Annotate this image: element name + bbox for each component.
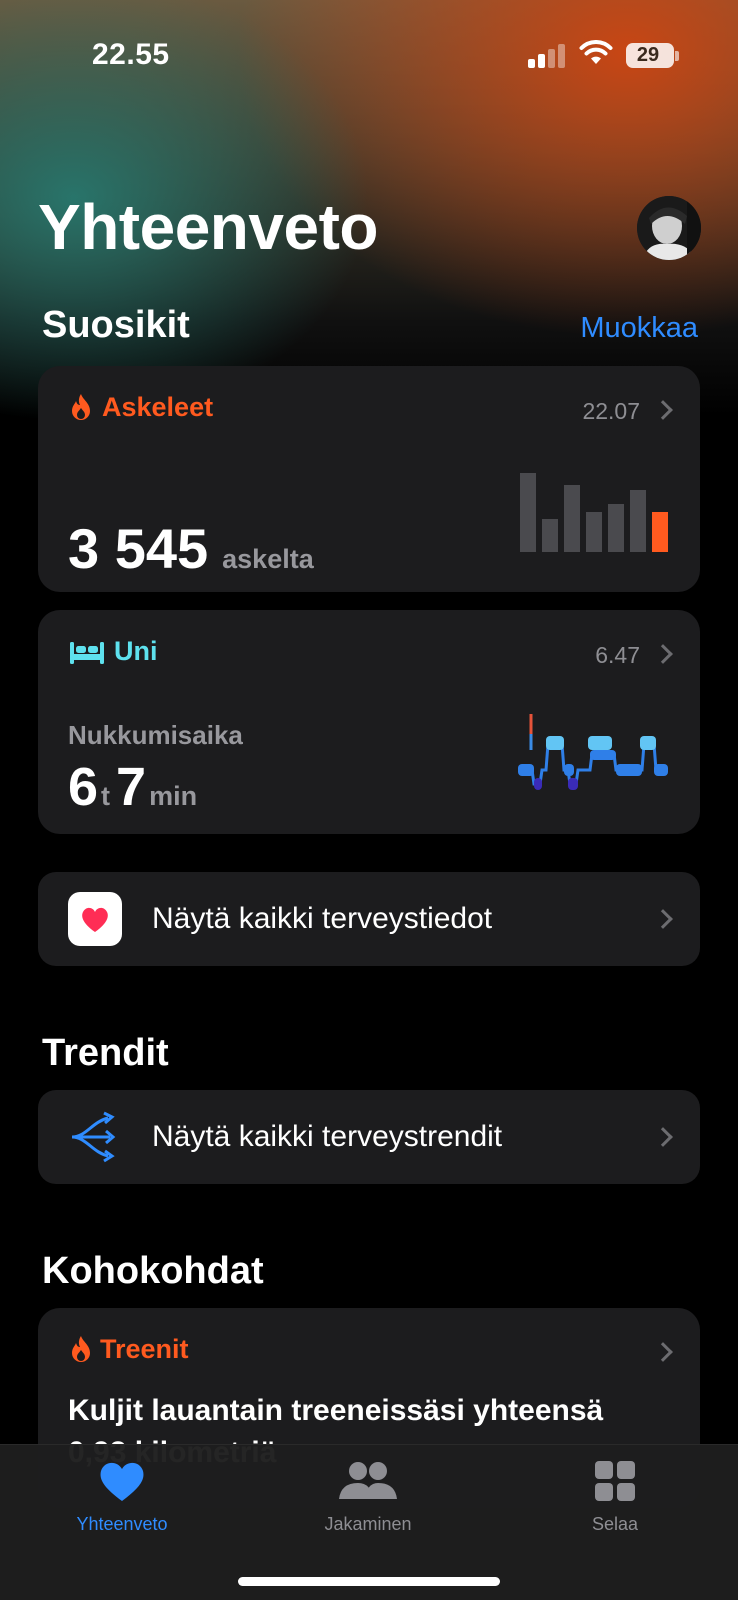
highlights-title: Kohokohdat bbox=[42, 1250, 264, 1292]
all-trends-label: Näytä kaikki terveystrendit bbox=[152, 1120, 503, 1153]
sleep-minutes-unit: min bbox=[149, 781, 198, 811]
steps-bar-chart bbox=[520, 473, 668, 552]
sleep-label: Nukkumisaika bbox=[68, 720, 243, 750]
chevron-right-icon bbox=[653, 1342, 673, 1362]
steps-unit: askelta bbox=[222, 544, 314, 574]
profile-photo bbox=[637, 196, 701, 260]
page-title: Yhteenveto bbox=[38, 191, 378, 263]
all-trends-button[interactable]: Näytä kaikki terveystrendit bbox=[38, 1090, 700, 1184]
chevron-right-icon bbox=[653, 1127, 673, 1147]
steps-bar bbox=[586, 512, 602, 552]
steps-bar bbox=[520, 473, 536, 552]
grid-icon bbox=[595, 1461, 635, 1501]
trends-icon bbox=[71, 1111, 116, 1163]
all-health-data-label: Näytä kaikki terveystiedot bbox=[152, 902, 493, 935]
flame-icon bbox=[72, 1335, 90, 1362]
sleep-hours: 6 bbox=[68, 757, 99, 817]
chevron-right-icon bbox=[653, 644, 673, 664]
steps-bar bbox=[542, 519, 558, 552]
sleep-stages-chart bbox=[518, 714, 668, 790]
health-app-icon bbox=[68, 892, 122, 946]
tab-sharing-label: Jakaminen bbox=[324, 1514, 412, 1534]
chevron-right-icon bbox=[653, 909, 673, 929]
steps-bar bbox=[564, 485, 580, 552]
steps-bar bbox=[630, 490, 646, 552]
avatar[interactable] bbox=[637, 196, 701, 260]
all-health-data-button[interactable]: Näytä kaikki terveystiedot bbox=[38, 872, 700, 966]
tab-summary-label: Yhteenveto bbox=[76, 1514, 168, 1534]
steps-card[interactable]: Askeleet 22.07 3 545 askelta bbox=[38, 366, 700, 592]
sleep-hours-unit: t bbox=[101, 781, 111, 811]
heart-icon bbox=[100, 1462, 144, 1501]
tab-sharing[interactable]: Jakaminen bbox=[293, 1459, 443, 1535]
flame-icon bbox=[72, 393, 90, 420]
tab-summary[interactable]: Yhteenveto bbox=[47, 1459, 197, 1535]
workouts-highlight-text: Kuljit lauantain treeneissäsi yhteensä bbox=[68, 1394, 604, 1427]
tab-browse[interactable]: Selaa bbox=[540, 1459, 690, 1535]
sleep-minutes: 7 bbox=[116, 757, 147, 817]
cellular-signal-icon bbox=[528, 44, 566, 68]
heart-icon bbox=[82, 907, 108, 932]
sleep-time: 6.47 bbox=[595, 642, 640, 668]
favorites-title: Suosikit bbox=[42, 304, 190, 346]
steps-bar bbox=[608, 504, 624, 552]
sleep-card[interactable]: Uni 6.47 Nukkumisaika 6 t 7 min bbox=[38, 610, 700, 834]
steps-value: 3 545 bbox=[68, 517, 209, 580]
steps-bar bbox=[652, 512, 668, 552]
sleep-title: Uni bbox=[114, 636, 158, 666]
trends-title: Trendit bbox=[42, 1032, 169, 1074]
chevron-right-icon bbox=[653, 400, 673, 420]
people-icon bbox=[339, 1462, 397, 1499]
battery-level: 29 bbox=[636, 44, 660, 66]
battery-tip bbox=[675, 51, 679, 61]
home-indicator[interactable] bbox=[238, 1577, 500, 1586]
tab-browse-label: Selaa bbox=[591, 1514, 639, 1534]
steps-time: 22.07 bbox=[582, 398, 640, 424]
status-time: 22.55 bbox=[92, 38, 170, 71]
workouts-title: Treenit bbox=[100, 1334, 189, 1364]
bed-icon bbox=[70, 641, 104, 664]
edit-favorites-button[interactable]: Muokkaa bbox=[580, 312, 698, 345]
wifi-icon bbox=[579, 40, 613, 64]
steps-title: Askeleet bbox=[102, 392, 214, 422]
